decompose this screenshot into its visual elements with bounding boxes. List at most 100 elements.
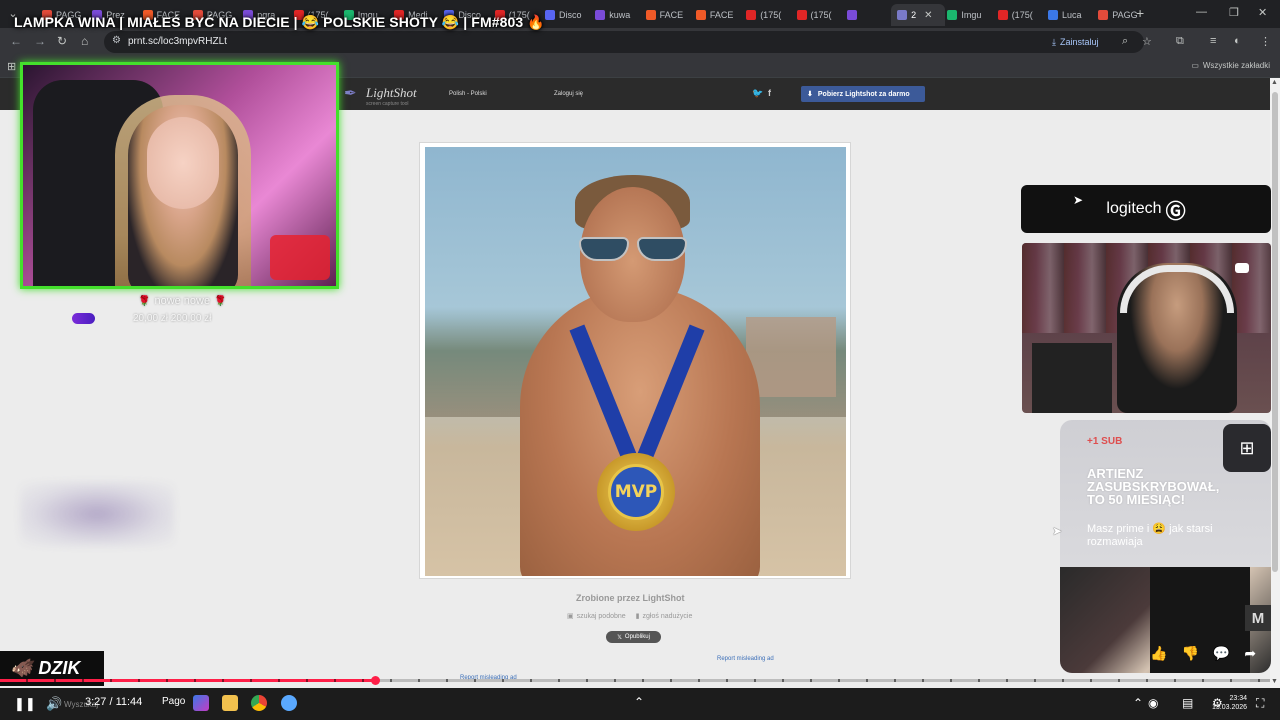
chrome-icon[interactable]	[251, 695, 267, 711]
browser-tab[interactable]: PAGG	[1092, 4, 1140, 26]
install-icon: ⤓	[1052, 36, 1056, 47]
tab-favicon-icon	[846, 10, 857, 20]
browser-tab[interactable]: Imgu	[941, 4, 989, 26]
clip-actions: 👍 👎 💬 ➦	[1150, 645, 1256, 662]
report-ad-link[interactable]: Report misleading ad	[717, 656, 774, 662]
minimize-icon[interactable]: —	[1196, 6, 1207, 18]
browser-tab[interactable]: FACE	[640, 4, 688, 26]
forward-icon[interactable]: →	[34, 34, 46, 48]
install-app-button[interactable]: ⤓ Zainstaluj	[1052, 35, 1099, 49]
tray-chevron-icon[interactable]: ⌃	[1133, 696, 1143, 710]
tab-label: Disco	[559, 10, 582, 20]
tab-favicon-icon	[796, 10, 807, 20]
sponsor-name: logitech	[1106, 200, 1162, 217]
scroll-up-icon[interactable]: ▲	[1271, 79, 1278, 86]
video-progress-bar[interactable]	[0, 676, 1270, 685]
reload-icon[interactable]: ↻	[57, 34, 67, 48]
restore-icon[interactable]: ❐	[1229, 6, 1239, 19]
twitter-icon[interactable]: 🐦	[752, 88, 763, 99]
tab-label: 2	[911, 10, 917, 20]
profile-icon[interactable]: ◐	[1234, 35, 1241, 47]
fullscreen-icon[interactable]: ⛶	[1256, 696, 1264, 711]
gift-icon[interactable]: ⊞	[1223, 424, 1271, 472]
browser-tab[interactable]: Luca	[1042, 4, 1090, 26]
url-text[interactable]: prnt.sc/loc3mpvRHZLt	[128, 36, 227, 47]
x-logo-icon: 𝕏	[617, 634, 622, 641]
streamer-facecam	[20, 62, 339, 289]
tab-favicon-icon	[947, 10, 958, 20]
report-abuse-link[interactable]: ▮ zgłoś nadużycie	[636, 612, 693, 621]
browser-tab[interactable]: (175(	[791, 4, 839, 26]
chair	[1032, 343, 1112, 413]
rose-icon: 🌹	[138, 295, 151, 307]
chevron-up-icon[interactable]: ⌃	[634, 695, 644, 709]
apps-grid-icon[interactable]: ⊞	[7, 60, 16, 73]
site-info-icon[interactable]: ⚙	[112, 35, 121, 46]
scrollbar-thumb[interactable]	[1272, 92, 1278, 572]
app-icon[interactable]	[281, 695, 297, 711]
browser-tab[interactable]: 2 ✕	[891, 4, 946, 26]
tab-label: FACE	[659, 10, 684, 20]
download-label: Pobierz Lightshot za darmo	[817, 90, 910, 98]
language-selector[interactable]: Polish - Polski	[449, 91, 487, 97]
address-bar[interactable]: ⚙ prnt.sc/loc3mpvRHZLt ⤓ Zainstaluj ⌕ ☆	[104, 31, 1152, 53]
man-torso	[520, 287, 760, 576]
close-window-icon[interactable]: ✕	[1258, 6, 1267, 19]
login-link[interactable]: Zaloguj się	[554, 91, 583, 97]
bookmark-star-icon[interactable]: ☆	[1142, 35, 1152, 48]
browser-tab[interactable]: kuwa	[589, 4, 637, 26]
subscription-alert: +1 SUB ⊞ ARTIENZ ZASUBSKRYBOWAŁ, TO 50 M…	[1060, 420, 1271, 673]
extensions-icon[interactable]: ⧉	[1176, 35, 1184, 48]
tweet-button[interactable]: 𝕏 Opublikuj	[606, 631, 661, 643]
tab-favicon-icon	[1098, 10, 1109, 20]
copilot-icon[interactable]	[193, 695, 209, 711]
all-bookmarks-button[interactable]: ▭ Wszystkie zakładki	[1191, 61, 1270, 70]
media-controls-icon[interactable]: ≡	[1210, 35, 1216, 47]
close-tab-icon[interactable]: ✕	[924, 10, 932, 21]
search-similar-link[interactable]: ▣ szukaj podobne	[567, 612, 626, 621]
screenshot-image[interactable]: MVP	[425, 147, 846, 576]
sub-headline: ARTIENZ ZASUBSKRYBOWAŁ, TO 50 MIESIĄC!	[1087, 466, 1220, 507]
facebook-icon[interactable]: f	[768, 88, 771, 98]
mouse-cursor-icon: ➤	[1052, 524, 1063, 538]
comment-icon[interactable]: 💬	[1213, 645, 1230, 662]
browser-tab[interactable]: FACE	[690, 4, 738, 26]
like-icon[interactable]: 👍	[1150, 645, 1167, 662]
browser-tab[interactable]	[841, 4, 889, 26]
lightshot-brand: LightShot	[366, 85, 417, 100]
browser-tab[interactable]: (175(	[992, 4, 1040, 26]
install-label: Zainstaluj	[1059, 37, 1099, 47]
home-icon[interactable]: ⌂	[81, 34, 88, 48]
donation-goal-bar	[72, 313, 95, 324]
browser-tab[interactable]: Disco	[539, 4, 587, 26]
zoom-icon[interactable]: ⌕	[1122, 35, 1128, 48]
browser-tab[interactable]: (175(	[740, 4, 788, 26]
sub-message: Masz prime i 😩 jak starsi rozmawiaja	[1087, 523, 1213, 548]
lightshot-tagline: screen capture tool	[366, 101, 409, 107]
download-lightshot-button[interactable]: ⬇ Pobierz Lightshot za darmo	[801, 86, 925, 102]
tweet-label: Opublikuj	[624, 634, 650, 640]
share-icon[interactable]: ➦	[1244, 645, 1256, 662]
tab-label: (175(	[760, 10, 782, 20]
progress-scrubber[interactable]	[370, 676, 380, 685]
pause-icon[interactable]: ❚❚	[14, 696, 36, 712]
made-by-lightshot: Zrobione przez LightShot	[576, 593, 685, 603]
menu-icon[interactable]: ⋮	[1260, 35, 1271, 48]
back-icon[interactable]: ←	[10, 34, 22, 48]
boar-icon: 🐗	[10, 658, 33, 678]
new-tab-button[interactable]: +	[1136, 5, 1144, 21]
toggle-icon[interactable]: ◉	[1148, 696, 1158, 710]
tab-favicon-icon	[545, 10, 555, 20]
dislike-icon[interactable]: 👎	[1181, 645, 1198, 662]
taskbar-app-label[interactable]: Pago	[162, 696, 185, 707]
page-scrollbar[interactable]: ▲ ▼	[1270, 78, 1280, 688]
dzik-brand: DZIK	[38, 658, 81, 678]
browser-toolbar: ← → ↻ ⌂ ⚙ prnt.sc/loc3mpvRHZLt ⤓ Zainsta…	[0, 28, 1280, 56]
volume-icon[interactable]: 🔊	[46, 696, 62, 712]
scroll-down-icon[interactable]: ▼	[1271, 678, 1278, 685]
file-explorer-icon[interactable]	[222, 695, 238, 711]
feather-icon: ✒	[344, 85, 357, 102]
closed-captions-icon[interactable]: ▤	[1182, 696, 1193, 710]
system-clock[interactable]: 23:34 13.03.2026	[1212, 694, 1247, 712]
lightshot-logo[interactable]: ✒ LightShot screen capture tool	[344, 84, 417, 107]
